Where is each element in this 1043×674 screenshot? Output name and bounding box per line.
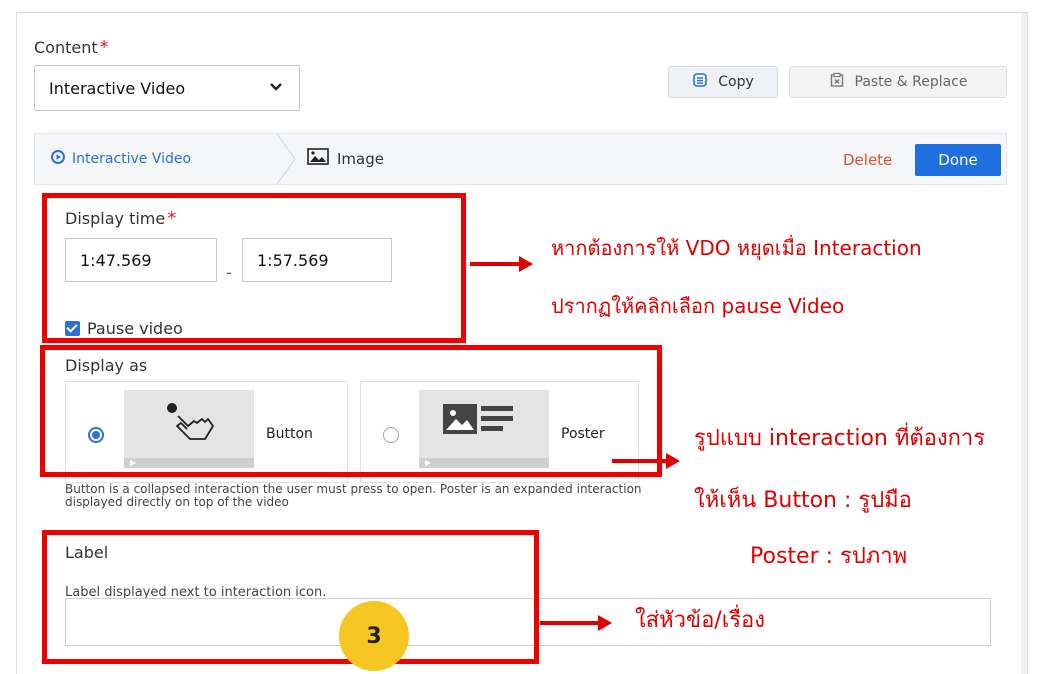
breadcrumb-separator [276, 134, 296, 184]
content-type-value: Interactive Video [49, 78, 186, 98]
required-mark: * [99, 37, 109, 58]
copy-label: Copy [718, 74, 754, 90]
annotation-display-line3: Poster : รปภาพ [750, 544, 908, 569]
annotation-box-display-as [40, 345, 662, 477]
paste-replace-button[interactable]: Paste & Replace [789, 66, 1007, 98]
delete-link[interactable]: Delete [843, 151, 892, 169]
arrow-line-label [540, 621, 600, 625]
copy-button[interactable]: Copy [668, 66, 778, 98]
step-number-badge: 3 [339, 601, 409, 671]
paste-label: Paste & Replace [854, 74, 968, 90]
chevron-down-icon [269, 80, 283, 96]
paste-icon [829, 72, 845, 92]
annotation-box-display-time [42, 193, 466, 343]
arrow-line-display [612, 459, 668, 463]
done-button[interactable]: Done [915, 144, 1001, 176]
breadcrumb-bar: Interactive Video Image Delete Done [34, 133, 1007, 185]
content-label: Content * [34, 37, 109, 58]
tab-image-label: Image [337, 149, 384, 168]
annotation-label-line1: ใส่หัวข้อ/เรื่อง [635, 608, 765, 633]
image-icon [307, 148, 329, 169]
arrow-line-pause [470, 262, 520, 266]
tab-interactive-video-label: Interactive Video [72, 151, 192, 167]
annotation-pause-line2: ปรากฏให้คลิกเลือก pause Video [551, 294, 845, 318]
copy-icon [692, 72, 708, 92]
annotation-box-label [42, 530, 539, 664]
annotation-display-line1: รูปแบบ interaction ที่ต้องการ [694, 426, 986, 451]
annotation-pause-line1: หากต้องการให้ VDO หยุดเมื่อ Interaction [551, 236, 922, 260]
tab-image[interactable]: Image [307, 148, 384, 169]
arrow-head-display [666, 453, 680, 469]
display-as-help-text: Button is a collapsed interaction the us… [65, 482, 642, 509]
arrow-head-label [598, 615, 612, 631]
annotation-display-line2: ให้เห็น Button : รูปมือ [694, 488, 912, 513]
play-circle-icon [51, 150, 65, 168]
content-type-select[interactable]: Interactive Video [34, 65, 300, 111]
arrow-head-pause [519, 256, 533, 272]
tab-interactive-video[interactable]: Interactive Video [51, 150, 191, 168]
